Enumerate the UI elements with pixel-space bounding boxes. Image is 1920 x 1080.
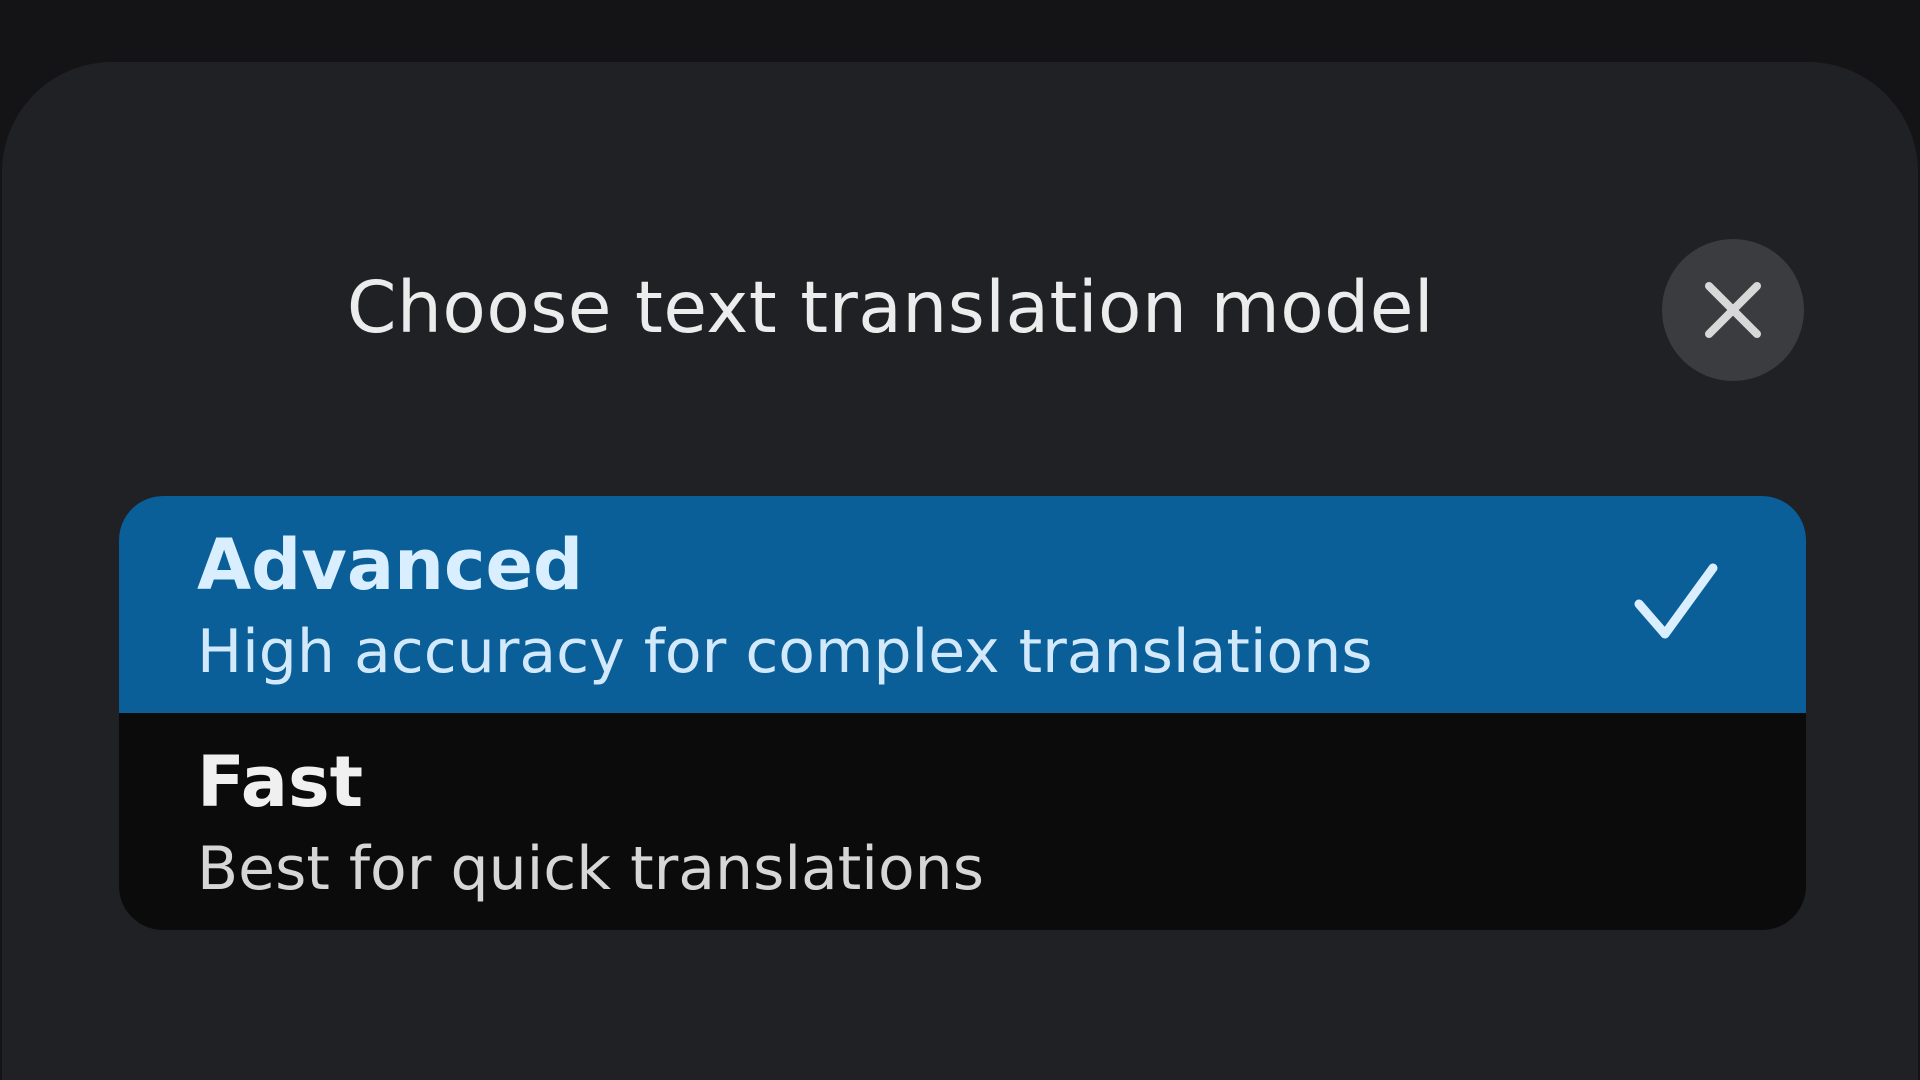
close-button[interactable] bbox=[1662, 239, 1804, 381]
option-description: Best for quick translations bbox=[197, 834, 984, 904]
option-name: Advanced bbox=[197, 524, 584, 606]
checkmark-icon bbox=[1634, 563, 1718, 639]
model-options-list: Advanced High accuracy for complex trans… bbox=[119, 496, 1806, 930]
screen: Choose text translation model Advanced H… bbox=[0, 0, 1920, 1080]
close-icon bbox=[1705, 282, 1761, 338]
bottom-sheet: Choose text translation model Advanced H… bbox=[2, 62, 1918, 1080]
option-advanced[interactable]: Advanced High accuracy for complex trans… bbox=[119, 496, 1806, 713]
option-fast[interactable]: Fast Best for quick translations bbox=[119, 713, 1806, 930]
option-description: High accuracy for complex translations bbox=[197, 617, 1373, 687]
option-name: Fast bbox=[197, 741, 364, 823]
dialog-title: Choose text translation model bbox=[346, 266, 1435, 349]
